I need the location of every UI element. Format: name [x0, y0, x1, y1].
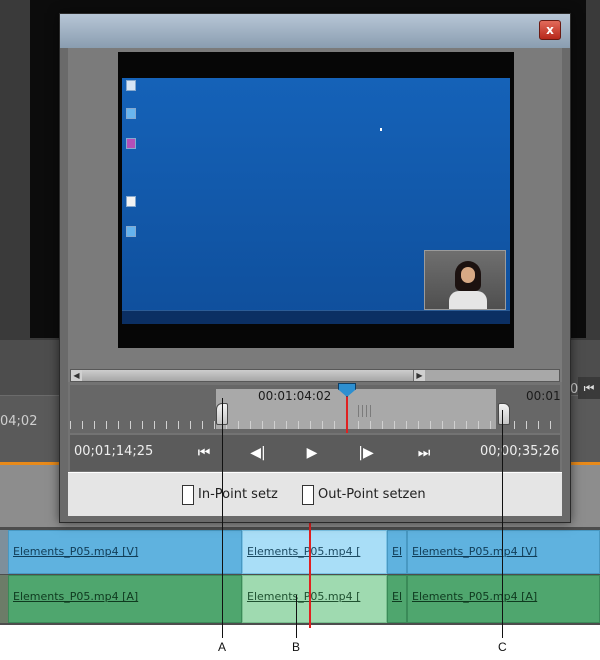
video-frame-desktop: [122, 78, 510, 324]
action-bar: In-Point setz Out-Point setzen: [68, 472, 562, 516]
video-clip-3[interactable]: El: [387, 530, 407, 574]
desktop-taskbar: [122, 310, 510, 324]
video-clip-1[interactable]: Elements_P05.mp4 [V]: [8, 530, 242, 574]
audio-clip-4[interactable]: Elements_P05.mp4 [A]: [407, 575, 600, 623]
audio-track: Elements_P05.mp4 [A] Elements_P05.mp4 [ …: [0, 575, 600, 623]
presenter-body: [449, 291, 487, 309]
video-track: Elements_P05.mp4 [V] Elements_P05.mp4 [ …: [0, 530, 600, 574]
callout-line-a: [222, 398, 223, 638]
audio-clip-3[interactable]: El: [387, 575, 407, 623]
desktop-shortcut-icon: [126, 108, 136, 119]
set-out-point-label: Out-Point setzen: [318, 487, 426, 502]
presenter-image: [449, 261, 487, 309]
preview-scrollbar[interactable]: ◀ ▶: [70, 369, 560, 382]
timeline-timecode-left: 04;02: [0, 414, 38, 429]
webcam-inset: [424, 250, 506, 310]
set-out-point-button[interactable]: Out-Point setzen: [302, 483, 426, 507]
timeline-playhead[interactable]: [309, 520, 311, 628]
step-back-button[interactable]: ◀|: [244, 441, 272, 465]
callout-line-c: [502, 410, 503, 638]
go-to-start-button[interactable]: ⏮: [190, 441, 218, 465]
edge-timecode: 00:01: [526, 389, 561, 403]
transport-controls: 00;01;14;25 ⏮ ◀| ▶ |▶ ⏭ 00;00;35;26: [70, 435, 560, 471]
out-point-handle[interactable]: [498, 403, 510, 425]
preview-frame: [118, 52, 514, 348]
out-point-icon: [302, 485, 314, 505]
preview-surround: ◀ ▶: [68, 48, 562, 382]
current-timecode: 00:01:04:02: [258, 389, 332, 403]
close-button[interactable]: x: [539, 20, 561, 40]
go-to-end-button[interactable]: ⏭: [410, 441, 438, 465]
callout-label-b: B: [292, 640, 301, 654]
region-grip-icon[interactable]: [358, 405, 374, 417]
step-forward-button[interactable]: |▶: [352, 441, 380, 465]
video-clip-4[interactable]: Elements_P05.mp4 [V]: [407, 530, 600, 574]
audio-clip-2-selected[interactable]: Elements_P05.mp4 [: [242, 575, 387, 623]
callout-label-a: A: [218, 640, 227, 654]
current-time-indicator-line: [346, 395, 348, 433]
timeline-go-start-button[interactable]: ⏮: [578, 377, 600, 399]
in-point-timecode: 00;01;14;25: [74, 444, 154, 459]
play-button[interactable]: ▶: [298, 441, 326, 465]
audio-clip-1[interactable]: Elements_P05.mp4 [A]: [8, 575, 242, 623]
scroll-right-icon[interactable]: ▶: [414, 370, 425, 381]
scroll-left-icon[interactable]: ◀: [71, 370, 82, 381]
dialog-titlebar[interactable]: x: [60, 14, 570, 48]
recycle-bin-icon: [126, 80, 136, 91]
video-clip-2-selected[interactable]: Elements_P05.mp4 [: [242, 530, 387, 574]
document-icon: [126, 196, 136, 207]
callout-label-c: C: [498, 640, 507, 654]
clip-preview-dialog: x ◀ ▶ 00:01:04:02 00:01 00;01;14;25 ⏮ ◀|…: [59, 13, 571, 523]
scrubber-ticks: [70, 421, 560, 429]
desktop-shortcut-icon: [126, 226, 136, 237]
clip-scrubber[interactable]: 00:01:04:02 00:01: [70, 383, 561, 433]
in-point-icon: [182, 485, 194, 505]
dialog-body: ◀ ▶ 00:01:04:02 00:01 00;01;14;25 ⏮ ◀| ▶…: [68, 48, 562, 516]
duration-timecode: 00;00;35;26: [480, 444, 560, 459]
desktop-shortcut-icon: [126, 138, 136, 149]
mouse-cursor-icon: [380, 128, 382, 131]
set-in-point-label: In-Point setz: [198, 487, 278, 502]
scrollbar-thumb[interactable]: [82, 370, 414, 381]
callout-line-b: [296, 595, 297, 638]
set-in-point-button[interactable]: In-Point setz: [182, 483, 278, 507]
presenter-face: [461, 267, 475, 283]
